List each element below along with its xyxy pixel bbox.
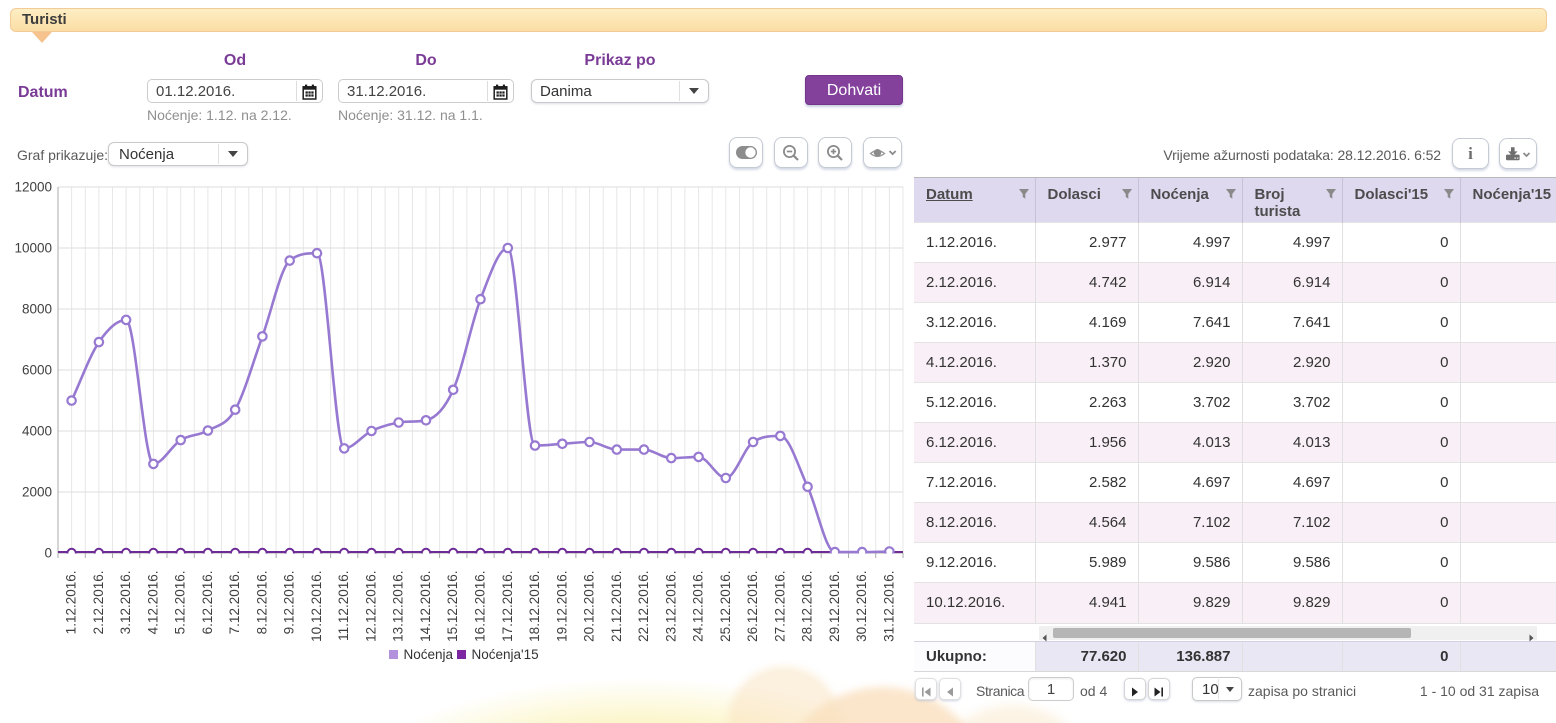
svg-text:6.12.2016.: 6.12.2016. (200, 571, 215, 635)
svg-text:23.12.2016.: 23.12.2016. (663, 571, 678, 642)
svg-text:Noćenja: Noćenja (404, 647, 454, 662)
svg-text:18.12.2016.: 18.12.2016. (527, 571, 542, 642)
svg-text:17.12.2016.: 17.12.2016. (500, 571, 515, 642)
svg-text:16.12.2016.: 16.12.2016. (473, 571, 488, 642)
svg-text:10.12.2016.: 10.12.2016. (309, 571, 324, 642)
svg-text:0: 0 (44, 546, 52, 561)
svg-text:25.12.2016.: 25.12.2016. (718, 571, 733, 642)
svg-text:22.12.2016.: 22.12.2016. (636, 571, 651, 642)
svg-text:15.12.2016.: 15.12.2016. (445, 571, 460, 642)
svg-text:28.12.2016.: 28.12.2016. (800, 571, 815, 642)
svg-text:4000: 4000 (22, 424, 52, 439)
svg-text:5.12.2016.: 5.12.2016. (173, 571, 188, 635)
svg-text:11.12.2016.: 11.12.2016. (336, 571, 351, 641)
svg-text:13.12.2016.: 13.12.2016. (391, 571, 406, 642)
svg-text:14.12.2016.: 14.12.2016. (418, 571, 433, 642)
svg-text:9.12.2016.: 9.12.2016. (282, 571, 297, 635)
svg-text:26.12.2016.: 26.12.2016. (745, 571, 760, 642)
svg-text:2.12.2016.: 2.12.2016. (91, 571, 106, 635)
svg-text:1.12.2016.: 1.12.2016. (64, 571, 79, 635)
svg-text:19.12.2016.: 19.12.2016. (554, 571, 569, 642)
svg-text:31.12.2016.: 31.12.2016. (881, 571, 896, 642)
svg-text:8000: 8000 (22, 302, 52, 317)
svg-text:20.12.2016.: 20.12.2016. (582, 571, 597, 642)
svg-text:Noćenja'15: Noćenja'15 (472, 647, 539, 662)
svg-text:21.12.2016.: 21.12.2016. (609, 571, 624, 642)
svg-text:24.12.2016.: 24.12.2016. (691, 571, 706, 642)
svg-text:29.12.2016.: 29.12.2016. (827, 571, 842, 642)
svg-text:30.12.2016.: 30.12.2016. (854, 571, 869, 642)
svg-text:6000: 6000 (22, 363, 52, 378)
svg-text:12.12.2016.: 12.12.2016. (364, 571, 379, 642)
svg-text:2000: 2000 (22, 485, 52, 500)
svg-text:4.12.2016.: 4.12.2016. (145, 571, 160, 635)
svg-text:7.12.2016.: 7.12.2016. (227, 571, 242, 635)
svg-text:8.12.2016.: 8.12.2016. (254, 571, 269, 635)
svg-text:10000: 10000 (14, 241, 52, 256)
svg-text:3.12.2016.: 3.12.2016. (118, 571, 133, 635)
svg-text:12000: 12000 (14, 180, 52, 195)
svg-text:27.12.2016.: 27.12.2016. (772, 571, 787, 642)
